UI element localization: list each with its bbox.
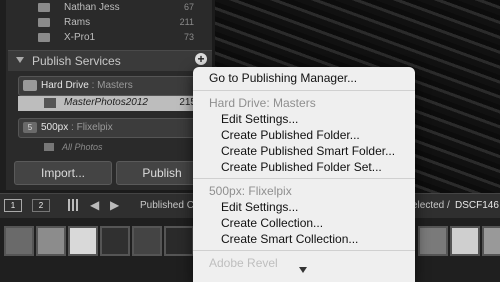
menu-item-label: Edit Settings... <box>221 200 299 214</box>
import-button[interactable]: Import... <box>14 161 112 185</box>
filename-label: DSCF146 <box>455 200 499 211</box>
folder-icon <box>38 33 50 42</box>
publish-services-title: Publish Services <box>32 54 121 68</box>
folder-row[interactable]: Rams 211 <box>0 15 212 31</box>
add-plus-icon[interactable]: + <box>195 53 207 65</box>
folder-row[interactable]: X-Pro1 73 <box>0 30 212 46</box>
menu-item-edit-settings[interactable]: Edit Settings... <box>193 200 415 215</box>
menu-section-header: 500px: Flixelpix <box>193 184 415 199</box>
menu-item-create-smart-collection[interactable]: Create Smart Collection... <box>193 232 415 247</box>
menu-header-label: Hard Drive: Masters <box>209 96 316 110</box>
scroll-down-arrow-icon[interactable] <box>299 267 307 273</box>
service-500px[interactable]: 5 500px : Flixelpix <box>18 118 200 138</box>
publish-services-context-menu: Go to Publishing Manager... Hard Drive: … <box>193 67 415 282</box>
folder-label: Nathan Jess <box>64 2 120 13</box>
thumbnail[interactable] <box>68 226 98 256</box>
hard-drive-icon <box>23 80 37 91</box>
service-name: Hard Drive <box>41 80 89 91</box>
thumbnail[interactable] <box>36 226 66 256</box>
thumbnail[interactable] <box>450 226 480 256</box>
menu-item-label: Go to Publishing Manager... <box>209 71 358 85</box>
all-photos-label: All Photos <box>62 142 103 152</box>
page-1-button[interactable]: 1 <box>4 199 22 212</box>
service-name: 500px <box>41 122 69 133</box>
collection-icon <box>44 98 56 108</box>
menu-item-label: Create Smart Collection... <box>221 232 359 246</box>
service-subname: Masters <box>97 80 133 91</box>
500px-icon: 5 <box>23 122 37 133</box>
thumbnail[interactable] <box>482 226 500 256</box>
left-panel: Nathan Jess 67 Rams 211 X-Pro1 73 Publis… <box>0 0 212 190</box>
menu-item-label: Create Collection... <box>221 216 324 230</box>
thumbnail[interactable] <box>4 226 34 256</box>
disclosure-triangle-icon[interactable] <box>16 57 24 63</box>
page-2-button[interactable]: 2 <box>32 199 50 212</box>
thumbnail[interactable] <box>132 226 162 256</box>
forward-arrow-icon[interactable]: ▶ <box>110 198 119 212</box>
menu-separator <box>193 90 415 91</box>
service-separator: : <box>88 80 98 91</box>
folder-count: 67 <box>183 2 194 12</box>
grid-view-icon[interactable] <box>68 199 80 211</box>
menu-item-create-published-folder-set[interactable]: Create Published Folder Set... <box>193 160 415 175</box>
service-separator: : <box>68 122 77 133</box>
menu-item-label: Create Published Folder Set... <box>221 160 382 174</box>
collection-row-selected[interactable]: MasterPhotos2012 215 <box>18 96 198 111</box>
back-arrow-icon[interactable]: ◀ <box>90 198 99 212</box>
thumbnail[interactable] <box>100 226 130 256</box>
collection-label: MasterPhotos2012 <box>64 97 148 108</box>
menu-item-create-collection[interactable]: Create Collection... <box>193 216 415 231</box>
folder-label: X-Pro1 <box>64 32 96 43</box>
menu-separator <box>193 250 415 251</box>
service-hard-drive[interactable]: Hard Drive : Masters <box>18 76 200 96</box>
folder-count: 73 <box>183 32 194 42</box>
menu-item-create-published-folder[interactable]: Create Published Folder... <box>193 128 415 143</box>
service-subname: Flixelpix <box>76 122 113 133</box>
thumbnail[interactable] <box>164 226 194 256</box>
menu-item-label: Create Published Folder... <box>221 128 360 142</box>
folder-icon <box>38 18 50 27</box>
source-label: Published C <box>140 200 194 211</box>
collection-icon <box>44 143 54 151</box>
publish-services-header[interactable]: Publish Services <box>8 50 212 71</box>
menu-header-label: Adobe Revel <box>209 256 278 270</box>
all-photos-row[interactable]: All Photos 96 <box>44 141 204 155</box>
folder-icon <box>38 3 50 12</box>
menu-section-header: Hard Drive: Masters <box>193 96 415 111</box>
menu-item-label: Edit Settings... <box>221 112 299 126</box>
folder-label: Rams <box>64 17 91 28</box>
menu-item-label: Create Published Smart Folder... <box>221 144 396 158</box>
selection-label: elected / <box>412 200 450 211</box>
folder-count: 211 <box>179 17 194 27</box>
folder-row[interactable]: Nathan Jess 67 <box>0 0 212 16</box>
menu-item-publishing-manager[interactable]: Go to Publishing Manager... <box>193 71 415 86</box>
menu-header-label: 500px: Flixelpix <box>209 184 292 198</box>
menu-item-edit-settings[interactable]: Edit Settings... <box>193 112 415 127</box>
menu-separator <box>193 178 415 179</box>
menu-item-create-published-smart-folder[interactable]: Create Published Smart Folder... <box>193 144 415 159</box>
thumbnail[interactable] <box>418 226 448 256</box>
